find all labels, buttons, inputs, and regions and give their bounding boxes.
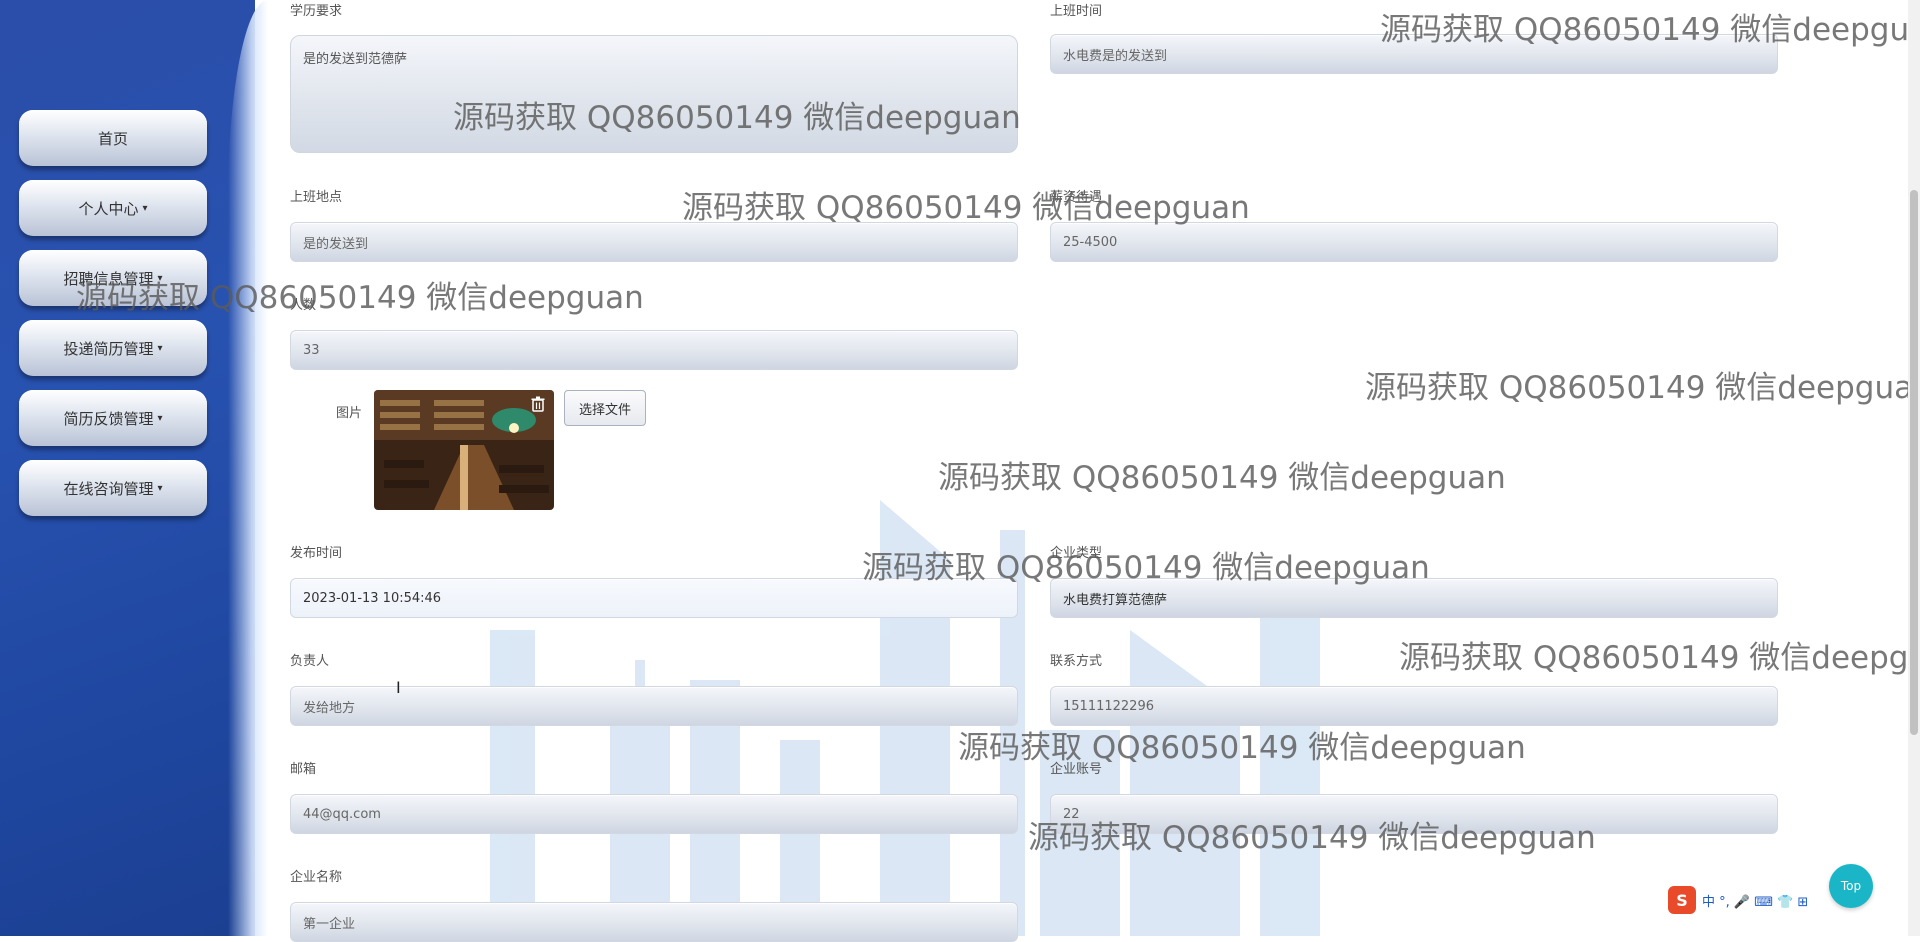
sidebar-item-label: 投递简历管理 [63,339,154,358]
caret-down-icon: ▾ [157,342,163,354]
company-account-input[interactable]: 22 [1050,794,1778,834]
sidebar-item-label: 简历反馈管理 [63,409,154,428]
image-label: 图片 [336,406,363,421]
sidebar-nav: 首页 个人中心 ▾ 招聘信息管理 ▾ 投递简历管理 ▾ 简历反馈管理 ▾ 在线咨… [19,110,209,530]
caret-down-icon: ▾ [157,272,163,284]
company-type-input[interactable]: 水电费打算范德萨 [1050,578,1778,618]
sidebar-edge-decoration [228,0,268,936]
email-label: 邮箱 [290,762,317,777]
education-value: 是的发送到范德萨 [303,52,408,67]
scrollbar-thumb[interactable] [1910,190,1918,735]
work-time-value: 水电费是的发送到 [1063,48,1168,64]
choose-file-button[interactable]: 选择文件 [564,390,646,426]
sidebar-item-label: 个人中心 [78,199,139,218]
sidebar-item-resume-delivery-management[interactable]: 投递简历管理 ▾ [19,320,207,376]
company-type-value: 水电费打算范德萨 [1063,592,1168,608]
work-time-input[interactable]: 水电费是的发送到 [1050,34,1778,74]
library-photo [374,390,554,510]
email-value: 44@qq.com [303,806,381,822]
headcount-input[interactable]: 33 [290,330,1018,370]
education-textarea[interactable]: 是的发送到范德萨 [290,35,1018,153]
company-name-value: 第一企业 [303,916,356,932]
company-name-input[interactable]: 第一企业 [290,902,1018,942]
sidebar-item-recruitment-management[interactable]: 招聘信息管理 ▾ [19,250,207,306]
sidebar-item-label: 首页 [97,129,128,148]
sidebar-item-home[interactable]: 首页 [19,110,207,166]
company-account-value: 22 [1063,806,1080,822]
caret-down-icon: ▾ [157,412,163,424]
sidebar-item-personal-center[interactable]: 个人中心 ▾ [19,180,207,236]
salary-input[interactable]: 25-4500 [1050,222,1778,262]
email-input[interactable]: 44@qq.com [290,794,1018,834]
publish-time-value: 2023-01-13 10:54:46 [303,590,442,606]
contact-input[interactable]: 15111122296 [1050,686,1778,726]
text-cursor-icon: Ι [396,678,401,697]
sidebar-item-label: 招聘信息管理 [63,269,154,288]
caret-down-icon: ▾ [157,482,163,494]
company-type-label: 企业类型 [1050,546,1103,561]
sidebar: 首页 个人中心 ▾ 招聘信息管理 ▾ 投递简历管理 ▾ 简历反馈管理 ▾ 在线咨… [0,0,255,936]
headcount-label: 人数 [290,298,317,313]
company-account-label: 企业账号 [1050,762,1103,777]
work-place-label: 上班地点 [290,190,343,205]
work-time-label: 上班时间 [1050,4,1103,19]
work-place-value: 是的发送到 [303,236,369,252]
contact-label: 联系方式 [1050,654,1103,669]
sogou-ime-icon[interactable]: S [1668,886,1696,914]
headcount-value: 33 [303,342,320,358]
trash-glyph [531,396,545,412]
education-label: 学历要求 [290,4,343,19]
company-name-label: 企业名称 [290,870,343,885]
ime-controls[interactable]: 中 °, 🎤 ⌨ 👕 ⊞ [1702,891,1808,910]
publish-time-label: 发布时间 [290,546,343,561]
sidebar-item-online-consultation-management[interactable]: 在线咨询管理 ▾ [19,460,207,516]
person-in-charge-label: 负责人 [290,654,330,669]
person-in-charge-value: 发给地方 [303,700,356,716]
sidebar-item-label: 在线咨询管理 [63,479,154,498]
contact-value: 15111122296 [1063,698,1154,714]
caret-down-icon: ▾ [142,202,148,214]
uploaded-image [374,390,554,510]
publish-time-input[interactable]: 2023-01-13 10:54:46 [290,578,1018,618]
work-place-input[interactable]: 是的发送到 [290,222,1018,262]
salary-label: 薪资待遇 [1050,190,1103,205]
page-scrollbar[interactable] [1908,0,1920,936]
salary-value: 25-4500 [1063,234,1118,250]
back-to-top-button[interactable]: Top [1829,864,1873,908]
trash-icon[interactable] [528,394,548,414]
sidebar-item-resume-feedback-management[interactable]: 简历反馈管理 ▾ [19,390,207,446]
